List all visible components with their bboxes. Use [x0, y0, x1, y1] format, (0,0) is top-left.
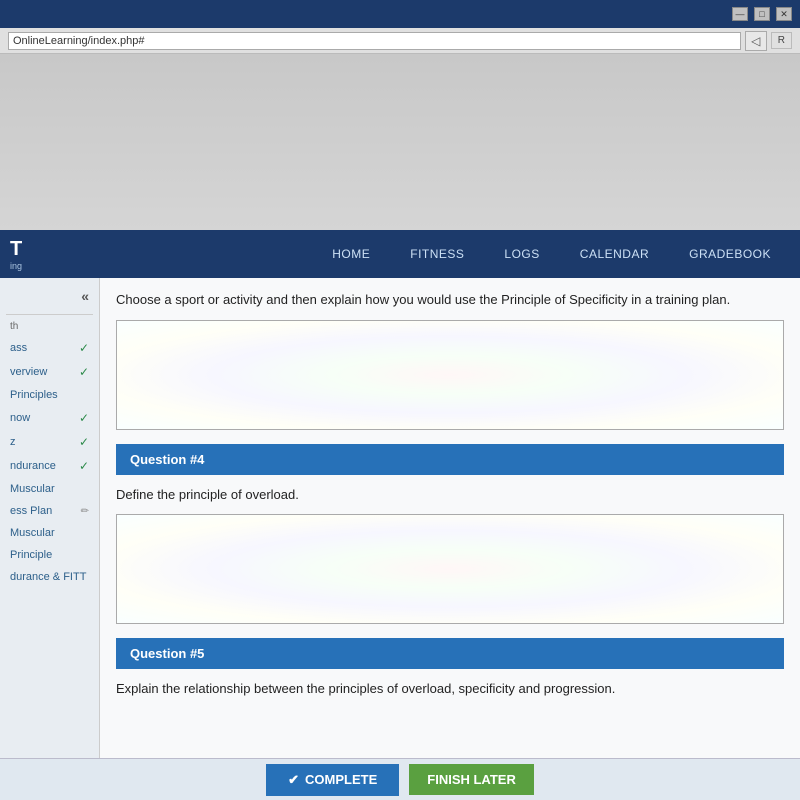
question4-answer-box[interactable]: [116, 514, 784, 624]
nav-tab-home[interactable]: HOME: [313, 240, 389, 268]
maximize-button[interactable]: □: [754, 7, 770, 21]
window-controls: — □ ✕: [732, 7, 792, 21]
nav-tabs: HOME FITNESS LOGS CALENDAR GRADEBOOK: [313, 240, 790, 268]
sidebar-item-5[interactable]: z ✓: [6, 432, 93, 452]
nav-tab-logs[interactable]: LOGS: [485, 240, 558, 268]
question4-header: Question #4: [116, 444, 784, 475]
content-area: Choose a sport or activity and then expl…: [100, 278, 800, 758]
answer-swirl-4: [117, 515, 783, 623]
question4-text: Define the principle of overload.: [116, 485, 784, 505]
toolbar-area: ◁ R: [0, 28, 800, 54]
address-input[interactable]: [8, 32, 741, 50]
bottom-bar: ✔ COMPLETE FINISH LATER: [0, 758, 800, 800]
complete-button[interactable]: ✔ COMPLETE: [266, 764, 399, 796]
nav-tab-calendar[interactable]: CALENDAR: [561, 240, 668, 268]
check-icon-2: ✓: [79, 365, 89, 379]
sidebar: « th ass ✓ verview ✓ Principles now ✓: [0, 278, 100, 758]
question5-text: Explain the relationship between the pri…: [116, 679, 784, 699]
sidebar-item-9[interactable]: Muscular: [6, 524, 93, 542]
finish-later-button[interactable]: FINISH LATER: [409, 764, 534, 795]
check-icon-1: ✓: [79, 341, 89, 355]
sidebar-item-3[interactable]: Principles: [6, 386, 93, 404]
share-button[interactable]: ◁: [745, 31, 767, 51]
pencil-icon-8: ✏: [81, 506, 89, 517]
question5-header: Question #5: [116, 638, 784, 669]
nav-tab-fitness[interactable]: FITNESS: [391, 240, 483, 268]
sidebar-item-6[interactable]: ndurance ✓: [6, 456, 93, 476]
nav-tab-gradebook[interactable]: GRADEBOOK: [670, 240, 790, 268]
check-icon-5: ✓: [79, 435, 89, 449]
title-bar: — □ ✕: [0, 0, 800, 28]
top-nav: T ing HOME FITNESS LOGS CALENDAR GRADEBO…: [0, 230, 800, 278]
sidebar-toggle-button[interactable]: «: [6, 286, 93, 306]
window-bg-area: [0, 54, 800, 230]
check-icon-4: ✓: [79, 411, 89, 425]
complete-check-icon: ✔: [288, 772, 299, 788]
sidebar-item-8[interactable]: ess Plan ✏: [6, 502, 93, 520]
check-icon-6: ✓: [79, 459, 89, 473]
answer-swirl-3: [117, 321, 783, 429]
close-button[interactable]: ✕: [776, 7, 792, 21]
r-badge: R: [771, 32, 792, 49]
minimize-button[interactable]: —: [732, 7, 748, 21]
sidebar-item-2[interactable]: verview ✓: [6, 362, 93, 382]
sidebar-item-4[interactable]: now ✓: [6, 408, 93, 428]
app-logo: T ing: [10, 238, 22, 271]
question3-text: Choose a sport or activity and then expl…: [116, 290, 784, 310]
question3-answer-box[interactable]: [116, 320, 784, 430]
sidebar-item-10[interactable]: Principle: [6, 546, 93, 564]
sidebar-item-1[interactable]: ass ✓: [6, 338, 93, 358]
sidebar-section-label: th: [6, 314, 93, 334]
sidebar-item-7[interactable]: Muscular: [6, 480, 93, 498]
sidebar-item-11[interactable]: durance & FITT: [6, 568, 93, 586]
